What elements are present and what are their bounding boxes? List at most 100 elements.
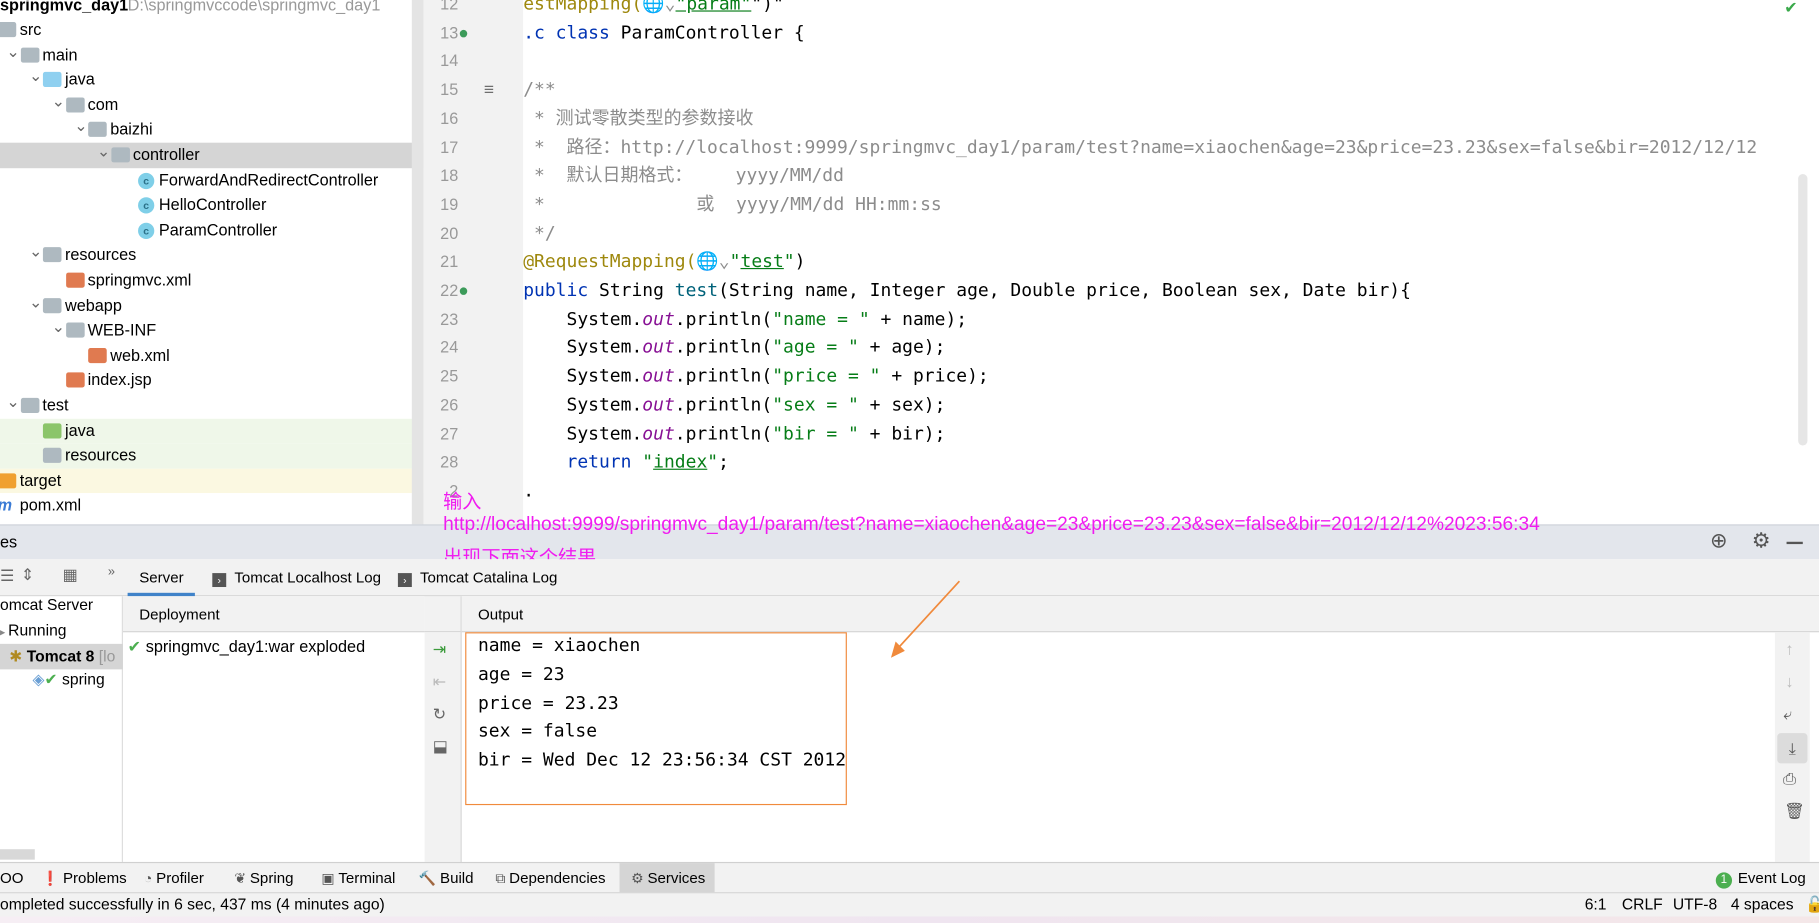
spring-bean-icon[interactable]: ● xyxy=(458,281,469,301)
collapse-all-icon[interactable]: ⇕ xyxy=(21,565,35,585)
orange-folder-icon xyxy=(0,473,17,489)
tree-label: web.xml xyxy=(110,345,170,365)
soft-wrap-icon[interactable]: ⤶ xyxy=(1783,704,1792,724)
chevron-down-icon[interactable]: ⌄ xyxy=(6,393,20,409)
trash-icon[interactable]: 🗑 xyxy=(1784,802,1805,822)
more-icon[interactable]: » xyxy=(108,565,115,579)
chevron-down-icon[interactable]: ⌄ xyxy=(52,93,66,109)
chevron-down-icon[interactable]: ⌄ xyxy=(74,118,88,134)
code-editor[interactable]: estMapping(🌐⌄"param"")" .c class ParamCon… xyxy=(523,0,1806,525)
lock-icon[interactable]: 🔓 xyxy=(1805,893,1819,916)
tree-item-index-jsp[interactable]: index.jsp xyxy=(0,368,423,393)
tool-tab-problems[interactable]: ❗ Problems xyxy=(42,863,127,893)
tree-item-java[interactable]: ⌄ java xyxy=(0,68,423,93)
doc-render-icon[interactable]: ≡ xyxy=(484,80,494,100)
tree-item-test[interactable]: ⌄ test xyxy=(0,393,423,418)
tree-item-com[interactable]: ⌄ com xyxy=(0,93,423,118)
code-token: System. xyxy=(523,422,643,444)
line-number: 19 xyxy=(440,194,459,214)
tree-item-resources[interactable]: resources xyxy=(0,443,424,469)
locate-icon[interactable]: ⊕ xyxy=(1710,529,1728,553)
chevron-down-icon[interactable]: ⌄ xyxy=(29,293,43,309)
package-icon xyxy=(88,122,107,138)
gear-icon[interactable]: ⚙ xyxy=(1752,529,1771,553)
editor-scrollbar[interactable] xyxy=(1798,174,1808,446)
code-token: /** xyxy=(523,78,556,100)
tree-item-baizhi[interactable]: ⌄ baizhi xyxy=(0,118,423,143)
tree-item-pom-xml[interactable]: mpom.xml xyxy=(0,493,423,518)
refresh-icon[interactable]: ↻ xyxy=(433,704,447,724)
arrow-down-icon[interactable]: ↓ xyxy=(1785,672,1793,691)
tool-tab-oo[interactable]: OO xyxy=(0,863,23,893)
arrow-up-icon[interactable]: ↑ xyxy=(1785,639,1793,658)
tree-item-running[interactable]: ▸ Running xyxy=(0,622,67,639)
resources-folder-icon xyxy=(42,448,62,464)
tree-item-java[interactable]: java xyxy=(0,418,424,444)
tree-item-tomcat[interactable]: ✱ Tomcat 8 [lo xyxy=(0,643,123,670)
tree-item-hellocontroller[interactable]: c HelloController xyxy=(0,193,423,218)
tree-item-springmvc-xml[interactable]: springmvc.xml xyxy=(0,268,423,293)
tool-tab-profiler[interactable]: ◔ Profiler xyxy=(144,863,204,893)
code-token: (String name, Integer age, Double price,… xyxy=(718,279,1411,301)
tab-tomcat-localhost-log[interactable]: › Tomcat Localhost Log xyxy=(212,559,381,596)
group-icon[interactable]: ▦ xyxy=(63,565,78,585)
code-token: */ xyxy=(523,222,556,244)
code-token: "bir = " xyxy=(772,422,859,444)
tree-item-target[interactable]: target xyxy=(0,468,424,494)
code-line: .c class ParamController { xyxy=(523,18,804,47)
chevron-down-icon[interactable]: ⌄ xyxy=(29,243,43,259)
code-line: estMapping(🌐⌄"param"")" xyxy=(523,0,784,18)
chevron-down-icon[interactable]: ⌄ xyxy=(6,42,20,58)
tool-tab-spring[interactable]: ❦ Spring xyxy=(234,863,293,893)
line-number: 27 xyxy=(440,424,459,443)
tool-tab-build[interactable]: 🔨 Build xyxy=(419,863,474,893)
tree-item-controller[interactable]: ⌄ controller xyxy=(0,142,424,168)
file-encoding[interactable]: UTF-8 xyxy=(1673,893,1717,916)
tree-item-paramcontroller[interactable]: c ParamController xyxy=(0,218,423,243)
tree-scrollbar[interactable] xyxy=(0,849,35,860)
code-token: "sex = " xyxy=(772,394,859,416)
tree-item-src[interactable]: src xyxy=(0,17,423,42)
tree-item-main[interactable]: ⌄ main xyxy=(0,42,423,67)
tab-server[interactable]: Server xyxy=(127,559,195,597)
tree-item-forwardandredirectcontroller[interactable]: c ForwardAndRedirectController xyxy=(0,168,423,193)
tool-tab-terminal[interactable]: ▣ Terminal xyxy=(321,863,395,893)
annotation-box xyxy=(465,632,847,806)
tool-tab-dependencies[interactable]: ⧉ Dependencies xyxy=(495,863,605,893)
chevron-down-icon[interactable]: ⌄ xyxy=(52,318,66,334)
minimize-icon[interactable] xyxy=(1786,541,1803,545)
indent-setting[interactable]: 4 spaces xyxy=(1731,893,1794,916)
tree-item-server[interactable]: omcat Server xyxy=(0,596,93,613)
expand-all-icon[interactable]: ☰ xyxy=(0,566,15,586)
tree-item-resources[interactable]: ⌄ resources xyxy=(0,243,423,268)
code-token: estMapping( xyxy=(523,0,643,14)
scroll-to-end-icon[interactable]: ⤓ xyxy=(1777,733,1808,764)
project-root[interactable]: springmvc_day1 D:\springmvccode\springmv… xyxy=(0,0,423,18)
event-log-button[interactable]: 1 Event Log xyxy=(1715,863,1806,893)
inspection-ok-icon[interactable]: ✔ xyxy=(1784,0,1798,17)
tree-item-artifact[interactable]: ◈✔ spring xyxy=(32,671,104,690)
code-token: " xyxy=(729,250,741,272)
tree-label: spring xyxy=(62,670,105,688)
code-token: test xyxy=(740,250,784,272)
tool-tab-services[interactable]: ⚙ Services xyxy=(619,863,715,894)
tree-item-web-inf[interactable]: ⌄ WEB-INF xyxy=(0,318,423,343)
chevron-down-icon[interactable]: ⌄ xyxy=(29,68,43,84)
deployment-item[interactable]: ✔ springmvc_day1:war exploded xyxy=(128,637,366,657)
output-actions: ↑ ↓ ⤶ ⤓ ⎙ 🗑 xyxy=(1774,632,1810,862)
spring-bean-icon[interactable]: ● xyxy=(458,23,469,43)
tree-scrollbar[interactable] xyxy=(411,0,424,525)
caret-position[interactable]: 6:1 xyxy=(1585,893,1607,916)
undeploy-icon[interactable]: ⇤ xyxy=(433,672,447,692)
print-icon[interactable]: ⎙ xyxy=(1783,769,1796,789)
tree-item-webapp[interactable]: ⌄ webapp xyxy=(0,293,423,318)
update-icon[interactable]: ⬓ xyxy=(433,737,448,757)
status-message[interactable]: ompleted successfully in 6 sec, 437 ms (… xyxy=(0,893,385,916)
tree-item-web-xml[interactable]: web.xml xyxy=(0,343,423,368)
line-number: 25 xyxy=(440,366,459,386)
deploy-icon[interactable]: ⇥ xyxy=(433,639,447,659)
tab-tomcat-catalina-log[interactable]: › Tomcat Catalina Log xyxy=(397,559,557,596)
tool-tab-label: Services xyxy=(647,868,706,887)
line-separator[interactable]: CRLF xyxy=(1622,893,1663,916)
chevron-down-icon[interactable]: ⌄ xyxy=(97,143,111,159)
